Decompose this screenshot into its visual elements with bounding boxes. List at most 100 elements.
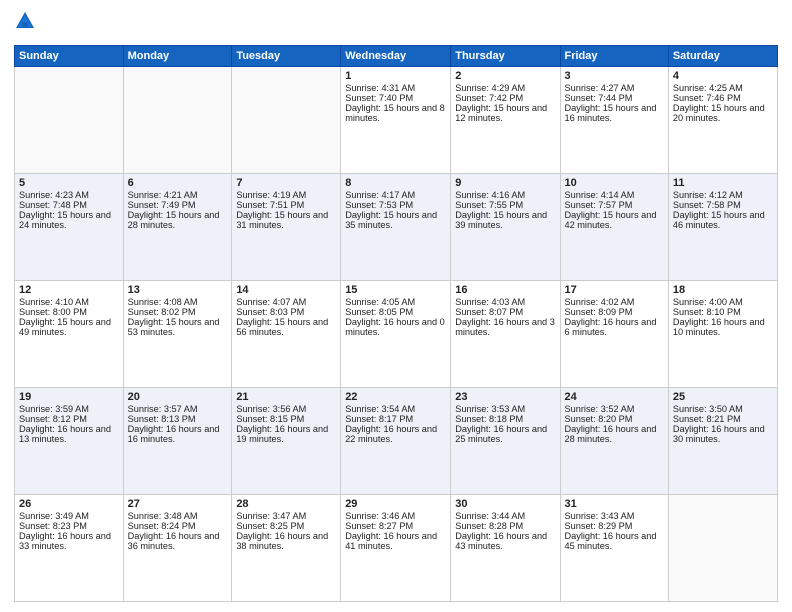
day-info: Sunrise: 4:25 AMSunset: 7:46 PMDaylight:… xyxy=(673,83,765,123)
day-number: 28 xyxy=(236,498,336,510)
calendar-cell: 14Sunrise: 4:07 AMSunset: 8:03 PMDayligh… xyxy=(232,281,341,388)
day-info: Sunrise: 4:02 AMSunset: 8:09 PMDaylight:… xyxy=(565,297,657,337)
day-number: 4 xyxy=(673,70,773,82)
day-number: 1 xyxy=(345,70,446,82)
day-info: Sunrise: 4:16 AMSunset: 7:55 PMDaylight:… xyxy=(455,190,547,230)
calendar-cell: 4Sunrise: 4:25 AMSunset: 7:46 PMDaylight… xyxy=(668,67,777,174)
calendar-cell: 30Sunrise: 3:44 AMSunset: 8:28 PMDayligh… xyxy=(451,495,560,602)
day-info: Sunrise: 4:19 AMSunset: 7:51 PMDaylight:… xyxy=(236,190,328,230)
day-number: 20 xyxy=(128,391,228,403)
day-info: Sunrise: 3:59 AMSunset: 8:12 PMDaylight:… xyxy=(19,404,111,444)
calendar-cell: 31Sunrise: 3:43 AMSunset: 8:29 PMDayligh… xyxy=(560,495,668,602)
header-cell-thursday: Thursday xyxy=(451,46,560,67)
calendar-cell: 17Sunrise: 4:02 AMSunset: 8:09 PMDayligh… xyxy=(560,281,668,388)
week-row-3: 12Sunrise: 4:10 AMSunset: 8:00 PMDayligh… xyxy=(15,281,778,388)
calendar-cell: 10Sunrise: 4:14 AMSunset: 7:57 PMDayligh… xyxy=(560,174,668,281)
day-number: 17 xyxy=(565,284,664,296)
calendar-cell xyxy=(123,67,232,174)
day-number: 16 xyxy=(455,284,555,296)
day-info: Sunrise: 4:00 AMSunset: 8:10 PMDaylight:… xyxy=(673,297,765,337)
day-number: 5 xyxy=(19,177,119,189)
day-info: Sunrise: 4:10 AMSunset: 8:00 PMDaylight:… xyxy=(19,297,111,337)
header-cell-wednesday: Wednesday xyxy=(341,46,451,67)
calendar-cell: 16Sunrise: 4:03 AMSunset: 8:07 PMDayligh… xyxy=(451,281,560,388)
calendar-cell: 1Sunrise: 4:31 AMSunset: 7:40 PMDaylight… xyxy=(341,67,451,174)
day-number: 29 xyxy=(345,498,446,510)
calendar-cell xyxy=(15,67,124,174)
calendar-cell: 2Sunrise: 4:29 AMSunset: 7:42 PMDaylight… xyxy=(451,67,560,174)
day-info: Sunrise: 3:53 AMSunset: 8:18 PMDaylight:… xyxy=(455,404,547,444)
day-info: Sunrise: 4:29 AMSunset: 7:42 PMDaylight:… xyxy=(455,83,547,123)
day-info: Sunrise: 4:23 AMSunset: 7:48 PMDaylight:… xyxy=(19,190,111,230)
calendar-cell: 12Sunrise: 4:10 AMSunset: 8:00 PMDayligh… xyxy=(15,281,124,388)
day-number: 22 xyxy=(345,391,446,403)
day-number: 9 xyxy=(455,177,555,189)
calendar-cell: 27Sunrise: 3:48 AMSunset: 8:24 PMDayligh… xyxy=(123,495,232,602)
calendar-cell: 8Sunrise: 4:17 AMSunset: 7:53 PMDaylight… xyxy=(341,174,451,281)
calendar-cell: 3Sunrise: 4:27 AMSunset: 7:44 PMDaylight… xyxy=(560,67,668,174)
day-info: Sunrise: 3:52 AMSunset: 8:20 PMDaylight:… xyxy=(565,404,657,444)
day-number: 26 xyxy=(19,498,119,510)
week-row-1: 1Sunrise: 4:31 AMSunset: 7:40 PMDaylight… xyxy=(15,67,778,174)
day-info: Sunrise: 3:49 AMSunset: 8:23 PMDaylight:… xyxy=(19,511,111,551)
day-number: 10 xyxy=(565,177,664,189)
day-number: 24 xyxy=(565,391,664,403)
calendar-cell: 28Sunrise: 3:47 AMSunset: 8:25 PMDayligh… xyxy=(232,495,341,602)
day-info: Sunrise: 3:44 AMSunset: 8:28 PMDaylight:… xyxy=(455,511,547,551)
day-number: 18 xyxy=(673,284,773,296)
day-number: 13 xyxy=(128,284,228,296)
calendar-cell: 7Sunrise: 4:19 AMSunset: 7:51 PMDaylight… xyxy=(232,174,341,281)
day-number: 8 xyxy=(345,177,446,189)
calendar-cell xyxy=(232,67,341,174)
day-info: Sunrise: 4:08 AMSunset: 8:02 PMDaylight:… xyxy=(128,297,220,337)
day-info: Sunrise: 4:17 AMSunset: 7:53 PMDaylight:… xyxy=(345,190,437,230)
calendar-cell: 24Sunrise: 3:52 AMSunset: 8:20 PMDayligh… xyxy=(560,388,668,495)
day-number: 12 xyxy=(19,284,119,296)
week-row-2: 5Sunrise: 4:23 AMSunset: 7:48 PMDaylight… xyxy=(15,174,778,281)
day-info: Sunrise: 3:46 AMSunset: 8:27 PMDaylight:… xyxy=(345,511,437,551)
calendar-cell: 11Sunrise: 4:12 AMSunset: 7:58 PMDayligh… xyxy=(668,174,777,281)
header-cell-sunday: Sunday xyxy=(15,46,124,67)
calendar-cell: 25Sunrise: 3:50 AMSunset: 8:21 PMDayligh… xyxy=(668,388,777,495)
header xyxy=(14,10,778,37)
day-number: 31 xyxy=(565,498,664,510)
day-info: Sunrise: 3:43 AMSunset: 8:29 PMDaylight:… xyxy=(565,511,657,551)
calendar-cell xyxy=(668,495,777,602)
day-info: Sunrise: 4:12 AMSunset: 7:58 PMDaylight:… xyxy=(673,190,765,230)
calendar-cell: 20Sunrise: 3:57 AMSunset: 8:13 PMDayligh… xyxy=(123,388,232,495)
calendar-cell: 29Sunrise: 3:46 AMSunset: 8:27 PMDayligh… xyxy=(341,495,451,602)
day-info: Sunrise: 4:21 AMSunset: 7:49 PMDaylight:… xyxy=(128,190,220,230)
calendar-cell: 9Sunrise: 4:16 AMSunset: 7:55 PMDaylight… xyxy=(451,174,560,281)
header-cell-monday: Monday xyxy=(123,46,232,67)
day-number: 19 xyxy=(19,391,119,403)
day-info: Sunrise: 4:27 AMSunset: 7:44 PMDaylight:… xyxy=(565,83,657,123)
day-number: 30 xyxy=(455,498,555,510)
week-row-4: 19Sunrise: 3:59 AMSunset: 8:12 PMDayligh… xyxy=(15,388,778,495)
calendar-table: SundayMondayTuesdayWednesdayThursdayFrid… xyxy=(14,45,778,602)
calendar-cell: 23Sunrise: 3:53 AMSunset: 8:18 PMDayligh… xyxy=(451,388,560,495)
day-number: 6 xyxy=(128,177,228,189)
day-number: 11 xyxy=(673,177,773,189)
day-number: 25 xyxy=(673,391,773,403)
day-number: 3 xyxy=(565,70,664,82)
logo-icon xyxy=(14,10,36,37)
header-cell-tuesday: Tuesday xyxy=(232,46,341,67)
day-info: Sunrise: 4:14 AMSunset: 7:57 PMDaylight:… xyxy=(565,190,657,230)
day-info: Sunrise: 4:05 AMSunset: 8:05 PMDaylight:… xyxy=(345,297,445,337)
day-info: Sunrise: 3:56 AMSunset: 8:15 PMDaylight:… xyxy=(236,404,328,444)
day-info: Sunrise: 4:07 AMSunset: 8:03 PMDaylight:… xyxy=(236,297,328,337)
day-info: Sunrise: 3:47 AMSunset: 8:25 PMDaylight:… xyxy=(236,511,328,551)
day-number: 2 xyxy=(455,70,555,82)
day-number: 27 xyxy=(128,498,228,510)
calendar-cell: 6Sunrise: 4:21 AMSunset: 7:49 PMDaylight… xyxy=(123,174,232,281)
day-info: Sunrise: 3:54 AMSunset: 8:17 PMDaylight:… xyxy=(345,404,437,444)
day-number: 21 xyxy=(236,391,336,403)
day-number: 15 xyxy=(345,284,446,296)
logo xyxy=(14,10,40,37)
header-cell-saturday: Saturday xyxy=(668,46,777,67)
day-number: 7 xyxy=(236,177,336,189)
day-info: Sunrise: 3:57 AMSunset: 8:13 PMDaylight:… xyxy=(128,404,220,444)
calendar-cell: 13Sunrise: 4:08 AMSunset: 8:02 PMDayligh… xyxy=(123,281,232,388)
day-number: 14 xyxy=(236,284,336,296)
week-row-5: 26Sunrise: 3:49 AMSunset: 8:23 PMDayligh… xyxy=(15,495,778,602)
